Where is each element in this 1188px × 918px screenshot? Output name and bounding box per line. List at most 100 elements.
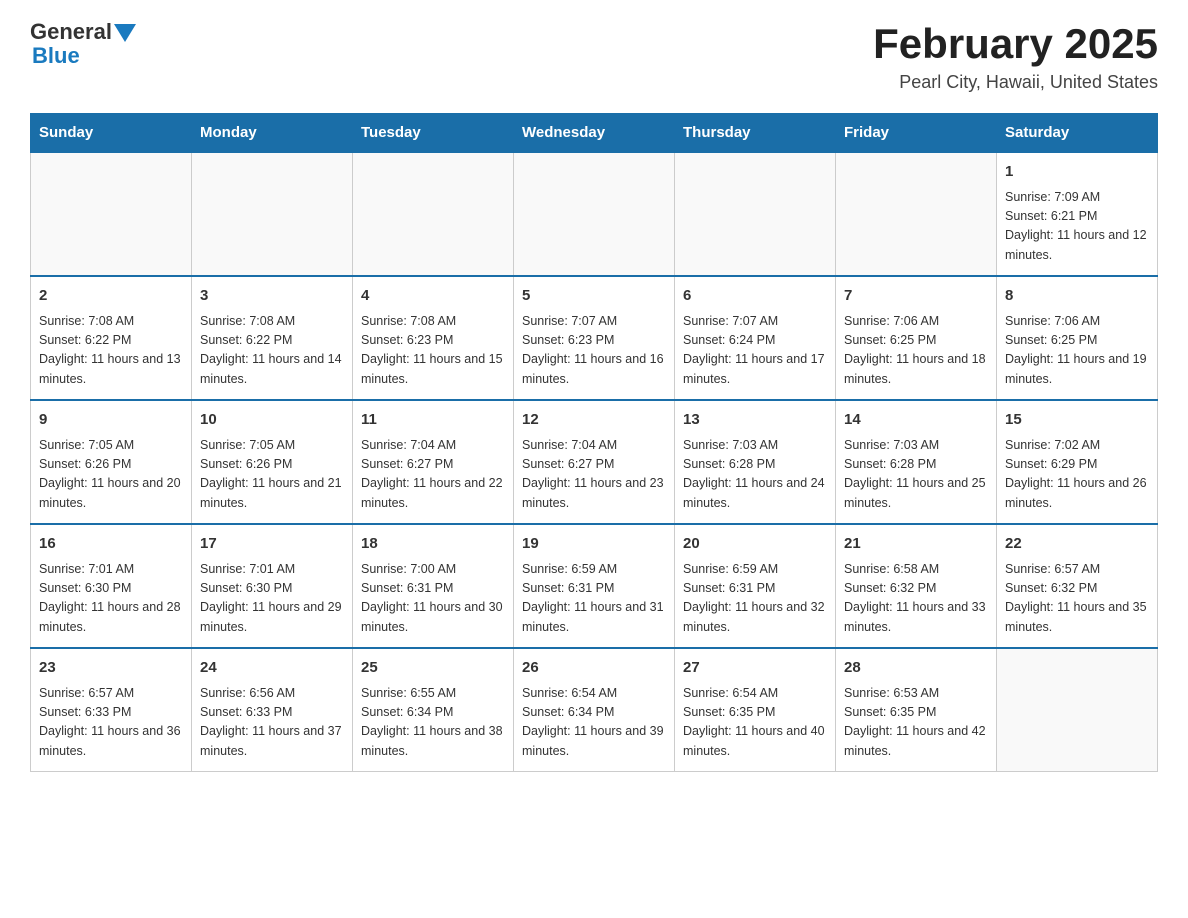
calendar-cell (836, 152, 997, 276)
day-info: Sunrise: 6:57 AM Sunset: 6:33 PM Dayligh… (39, 684, 183, 762)
calendar-cell (353, 152, 514, 276)
day-info: Sunrise: 7:01 AM Sunset: 6:30 PM Dayligh… (39, 560, 183, 638)
day-info: Sunrise: 7:08 AM Sunset: 6:23 PM Dayligh… (361, 312, 505, 390)
day-number: 16 (39, 533, 183, 556)
day-of-week-header: Thursday (675, 114, 836, 153)
day-info: Sunrise: 7:08 AM Sunset: 6:22 PM Dayligh… (39, 312, 183, 390)
day-number: 15 (1005, 409, 1149, 432)
calendar-week-row: 23Sunrise: 6:57 AM Sunset: 6:33 PM Dayli… (31, 648, 1158, 772)
calendar-cell: 4 Sunrise: 7:08 AM Sunset: 6:23 PM Daylig… (353, 276, 514, 400)
calendar-cell: 16 Sunrise: 7:01 AM Sunset: 6:30 PM Dayli… (31, 524, 192, 648)
calendar-cell: 23Sunrise: 6:57 AM Sunset: 6:33 PM Dayli… (31, 648, 192, 772)
day-number: 25 (361, 657, 505, 680)
day-info: Sunrise: 7:06 AM Sunset: 6:25 PM Dayligh… (844, 312, 988, 390)
calendar-cell: 8 Sunrise: 7:06 AM Sunset: 6:25 PM Daylig… (997, 276, 1158, 400)
title-block: February 2025 Pearl City, Hawaii, United… (873, 20, 1158, 93)
day-number: 13 (683, 409, 827, 432)
day-number: 26 (522, 657, 666, 680)
calendar-cell: 27Sunrise: 6:54 AM Sunset: 6:35 PM Dayli… (675, 648, 836, 772)
calendar-week-row: 9Sunrise: 7:05 AM Sunset: 6:26 PM Daylig… (31, 400, 1158, 524)
day-info: Sunrise: 7:03 AM Sunset: 6:28 PM Dayligh… (683, 436, 827, 514)
day-info: Sunrise: 6:58 AM Sunset: 6:32 PM Dayligh… (844, 560, 988, 638)
day-number: 24 (200, 657, 344, 680)
calendar-cell: 21 Sunrise: 6:58 AM Sunset: 6:32 PM Dayli… (836, 524, 997, 648)
page-header: General Blue February 2025 Pearl City, H… (30, 20, 1158, 93)
day-of-week-header: Monday (192, 114, 353, 153)
day-info: Sunrise: 6:56 AM Sunset: 6:33 PM Dayligh… (200, 684, 344, 762)
day-number: 18 (361, 533, 505, 556)
day-number: 6 (683, 285, 827, 308)
day-of-week-header: Tuesday (353, 114, 514, 153)
day-info: Sunrise: 6:54 AM Sunset: 6:35 PM Dayligh… (683, 684, 827, 762)
calendar-cell (192, 152, 353, 276)
day-info: Sunrise: 7:09 AM Sunset: 6:21 PM Dayligh… (1005, 188, 1149, 266)
calendar-cell: 12Sunrise: 7:04 AM Sunset: 6:27 PM Dayli… (514, 400, 675, 524)
day-number: 17 (200, 533, 344, 556)
day-number: 21 (844, 533, 988, 556)
day-info: Sunrise: 7:06 AM Sunset: 6:25 PM Dayligh… (1005, 312, 1149, 390)
day-info: Sunrise: 7:05 AM Sunset: 6:26 PM Dayligh… (39, 436, 183, 514)
calendar-cell: 3 Sunrise: 7:08 AM Sunset: 6:22 PM Daylig… (192, 276, 353, 400)
day-of-week-header: Sunday (31, 114, 192, 153)
day-number: 4 (361, 285, 505, 308)
day-info: Sunrise: 7:07 AM Sunset: 6:24 PM Dayligh… (683, 312, 827, 390)
day-number: 22 (1005, 533, 1149, 556)
day-info: Sunrise: 6:59 AM Sunset: 6:31 PM Dayligh… (522, 560, 666, 638)
calendar-cell (675, 152, 836, 276)
day-number: 1 (1005, 161, 1149, 184)
day-info: Sunrise: 6:55 AM Sunset: 6:34 PM Dayligh… (361, 684, 505, 762)
calendar-cell: 10 Sunrise: 7:05 AM Sunset: 6:26 PM Dayli… (192, 400, 353, 524)
calendar-cell: 24 Sunrise: 6:56 AM Sunset: 6:33 PM Dayli… (192, 648, 353, 772)
day-info: Sunrise: 7:01 AM Sunset: 6:30 PM Dayligh… (200, 560, 344, 638)
calendar-cell: 17 Sunrise: 7:01 AM Sunset: 6:30 PM Dayli… (192, 524, 353, 648)
day-number: 3 (200, 285, 344, 308)
calendar-cell: 15 Sunrise: 7:02 AM Sunset: 6:29 PM Dayli… (997, 400, 1158, 524)
day-info: Sunrise: 7:07 AM Sunset: 6:23 PM Dayligh… (522, 312, 666, 390)
calendar-cell: 28 Sunrise: 6:53 AM Sunset: 6:35 PM Dayli… (836, 648, 997, 772)
calendar-cell: 5 Sunrise: 7:07 AM Sunset: 6:23 PM Daylig… (514, 276, 675, 400)
day-number: 11 (361, 409, 505, 432)
calendar-cell: 1 Sunrise: 7:09 AM Sunset: 6:21 PM Daylig… (997, 152, 1158, 276)
day-number: 20 (683, 533, 827, 556)
calendar-table: SundayMondayTuesdayWednesdayThursdayFrid… (30, 113, 1158, 772)
calendar-cell: 22 Sunrise: 6:57 AM Sunset: 6:32 PM Dayli… (997, 524, 1158, 648)
day-number: 14 (844, 409, 988, 432)
calendar-header-row: SundayMondayTuesdayWednesdayThursdayFrid… (31, 114, 1158, 153)
day-of-week-header: Saturday (997, 114, 1158, 153)
day-of-week-header: Wednesday (514, 114, 675, 153)
day-number: 2 (39, 285, 183, 308)
day-info: Sunrise: 6:54 AM Sunset: 6:34 PM Dayligh… (522, 684, 666, 762)
calendar-cell (31, 152, 192, 276)
calendar-cell (514, 152, 675, 276)
day-number: 8 (1005, 285, 1149, 308)
day-of-week-header: Friday (836, 114, 997, 153)
day-info: Sunrise: 7:04 AM Sunset: 6:27 PM Dayligh… (361, 436, 505, 514)
day-info: Sunrise: 7:00 AM Sunset: 6:31 PM Dayligh… (361, 560, 505, 638)
day-number: 5 (522, 285, 666, 308)
day-info: Sunrise: 7:08 AM Sunset: 6:22 PM Dayligh… (200, 312, 344, 390)
calendar-week-row: 16 Sunrise: 7:01 AM Sunset: 6:30 PM Dayli… (31, 524, 1158, 648)
day-number: 12 (522, 409, 666, 432)
logo-triangle-icon (114, 24, 136, 42)
calendar-week-row: 2 Sunrise: 7:08 AM Sunset: 6:22 PM Daylig… (31, 276, 1158, 400)
calendar-cell: 26 Sunrise: 6:54 AM Sunset: 6:34 PM Dayli… (514, 648, 675, 772)
day-number: 28 (844, 657, 988, 680)
day-info: Sunrise: 6:53 AM Sunset: 6:35 PM Dayligh… (844, 684, 988, 762)
day-number: 10 (200, 409, 344, 432)
day-info: Sunrise: 6:57 AM Sunset: 6:32 PM Dayligh… (1005, 560, 1149, 638)
day-number: 7 (844, 285, 988, 308)
day-info: Sunrise: 7:03 AM Sunset: 6:28 PM Dayligh… (844, 436, 988, 514)
calendar-cell: 20 Sunrise: 6:59 AM Sunset: 6:31 PM Dayli… (675, 524, 836, 648)
location: Pearl City, Hawaii, United States (873, 72, 1158, 93)
calendar-cell: 18 Sunrise: 7:00 AM Sunset: 6:31 PM Dayli… (353, 524, 514, 648)
day-info: Sunrise: 7:02 AM Sunset: 6:29 PM Dayligh… (1005, 436, 1149, 514)
calendar-cell (997, 648, 1158, 772)
day-info: Sunrise: 6:59 AM Sunset: 6:31 PM Dayligh… (683, 560, 827, 638)
logo-text-general: General (30, 20, 112, 44)
calendar-cell: 25 Sunrise: 6:55 AM Sunset: 6:34 PM Dayli… (353, 648, 514, 772)
day-info: Sunrise: 7:05 AM Sunset: 6:26 PM Dayligh… (200, 436, 344, 514)
calendar-cell: 9Sunrise: 7:05 AM Sunset: 6:26 PM Daylig… (31, 400, 192, 524)
calendar-week-row: 1 Sunrise: 7:09 AM Sunset: 6:21 PM Daylig… (31, 152, 1158, 276)
month-title: February 2025 (873, 20, 1158, 68)
calendar-cell: 7 Sunrise: 7:06 AM Sunset: 6:25 PM Daylig… (836, 276, 997, 400)
